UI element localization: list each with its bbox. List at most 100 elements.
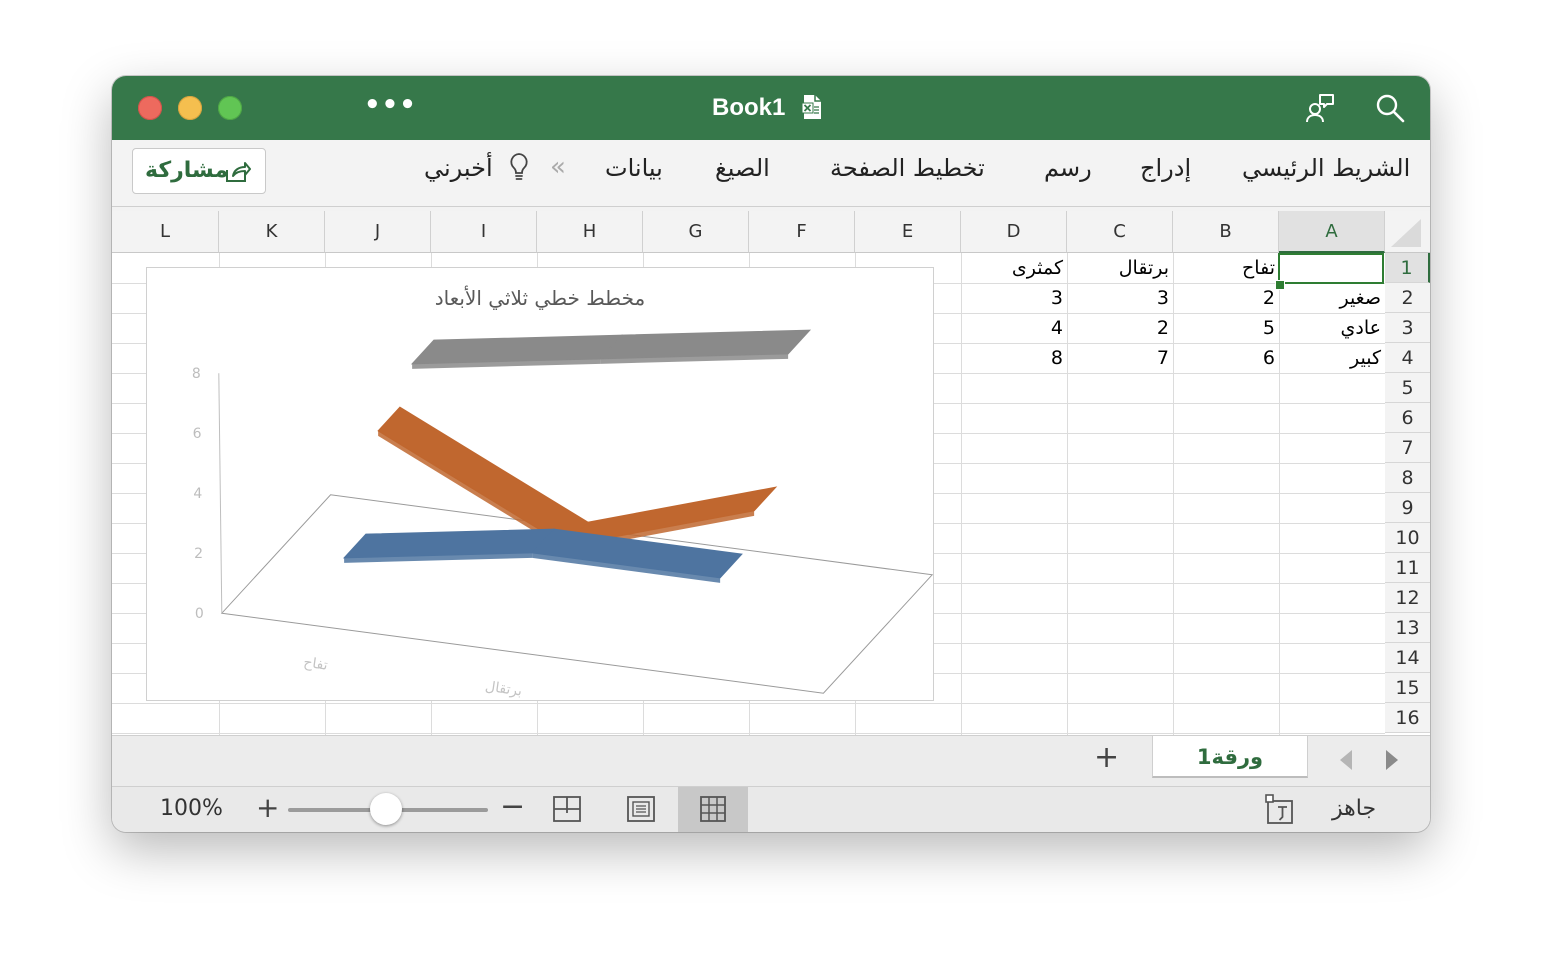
close-window-button[interactable] [138,96,162,120]
chart-x-tick-label: برتقال [484,679,523,700]
normal-view-button[interactable] [678,787,748,832]
cell-b4[interactable]: 6 [1173,343,1275,373]
chart-x-tick-label: تفاح [302,654,328,673]
row-header-6[interactable]: 6 [1385,403,1430,433]
column-header-g[interactable]: G [643,211,749,253]
share-icon [226,162,251,182]
cell-a2[interactable]: صغير [1279,283,1381,313]
add-sheet-button[interactable]: + [1094,740,1119,775]
page-break-view-icon [553,796,581,822]
zoom-slider-handle[interactable] [370,793,402,825]
tab-home[interactable]: الشريط الرئيسي [1242,154,1410,182]
column-header-e[interactable]: E [855,211,961,253]
row-header-3[interactable]: 3 [1385,313,1430,343]
row-header-14[interactable]: 14 [1385,643,1430,673]
fill-handle[interactable] [1275,280,1285,290]
tab-draw[interactable]: رسم [1044,154,1092,182]
tab-page-layout[interactable]: تخطيط الصفحة [830,154,985,182]
cell-d3[interactable]: 4 [961,313,1063,343]
chart-3d-line: مخطط خطي ثلاثي الأبعاد صغيرعاديكبير 0246… [192,286,933,700]
page-layout-view-icon [627,796,655,822]
zoom-window-button[interactable] [218,96,242,120]
worksheet[interactable]: L K J I H G F E D C B A 1 2 3 4 5 6 7 8 … [112,211,1430,735]
row-header-10[interactable]: 10 [1385,523,1430,553]
share-button[interactable]: مشاركة [132,148,266,194]
column-header-i[interactable]: I [431,211,537,253]
row-header-11[interactable]: 11 [1385,553,1430,583]
collaborate-icon[interactable] [1304,92,1336,124]
chart-y-tick-label: 2 [194,546,203,562]
column-header-a[interactable]: A [1279,211,1385,253]
chart-series-ribbon [377,406,778,551]
cell-b2[interactable]: 2 [1173,283,1275,313]
accessibility-check-icon[interactable] [1264,793,1300,827]
zoom-in-button[interactable]: + [256,791,279,824]
column-header-b[interactable]: B [1173,211,1279,253]
cell-d4[interactable]: 8 [961,343,1063,373]
row-header-4[interactable]: 4 [1385,343,1430,373]
cell-c4[interactable]: 7 [1067,343,1169,373]
chart-y-axis: 0 2 4 6 8 [192,366,223,622]
row-header-5[interactable]: 5 [1385,373,1430,403]
row-header-7[interactable]: 7 [1385,433,1430,463]
column-header-j[interactable]: J [325,211,431,253]
row-header-12[interactable]: 12 [1385,583,1430,613]
column-header-d[interactable]: D [961,211,1067,253]
chart-object[interactable]: مخطط خطي ثلاثي الأبعاد صغيرعاديكبير 0246… [146,267,934,701]
scroll-right-arrow-icon[interactable] [1384,748,1400,772]
excel-file-icon [802,95,821,119]
chart-y-axis-line [218,373,223,614]
tab-tell-me[interactable]: أخبرني [424,154,493,182]
row-header-8[interactable]: 8 [1385,463,1430,493]
tab-formulas[interactable]: الصيغ [715,154,770,182]
column-header-f[interactable]: F [749,211,855,253]
chart-series-ribbons [342,329,812,583]
row-header-16[interactable]: 16 [1385,703,1430,733]
column-header-c[interactable]: C [1067,211,1173,253]
more-options-button[interactable]: ••• [364,90,417,120]
status-ready: جاهز [1332,796,1377,821]
cell-d2[interactable]: 3 [961,283,1063,313]
ribbon-tabs: مشاركة أخبرني « بيانات الصيغ تخطيط الصفح… [112,140,1430,207]
cell-b1[interactable]: تفاح [1173,253,1275,283]
column-header-h[interactable]: H [537,211,643,253]
zoom-out-button[interactable]: − [500,789,525,824]
cell-c2[interactable]: 3 [1067,283,1169,313]
selected-cell-a1[interactable] [1278,253,1384,284]
zoom-level[interactable]: 100% [160,796,223,821]
tab-insert[interactable]: إدراج [1140,154,1191,182]
cell-a3[interactable]: عادي [1279,313,1381,343]
search-icon[interactable] [1374,92,1406,124]
cell-c1[interactable]: برتقال [1067,253,1169,283]
sheet-tab-1[interactable]: ورقة1 [1152,736,1308,778]
chart-series-ribbon [342,528,743,583]
select-all-corner[interactable] [1385,211,1430,253]
row-header-9[interactable]: 9 [1385,493,1430,523]
cell-a4[interactable]: كبير [1279,343,1381,373]
sheet-tab-bar: + ورقة1 [112,735,1430,787]
cell-c3[interactable]: 2 [1067,313,1169,343]
chart-series-ribbon [410,329,812,369]
chart-y-tick-label: 4 [193,486,202,502]
column-header-l[interactable]: L [112,211,219,253]
row-header-2[interactable]: 2 [1385,283,1430,313]
title-bar: ••• Book1 [112,76,1430,140]
page-break-view-button[interactable] [532,787,602,832]
minimize-window-button[interactable] [178,96,202,120]
normal-view-grid-icon [700,796,726,822]
lightbulb-icon[interactable] [508,152,530,184]
scroll-left-arrow-icon[interactable] [1338,748,1354,772]
chevrons-left-icon[interactable]: « [550,152,566,182]
column-header-k[interactable]: K [219,211,325,253]
row-header-1[interactable]: 1 [1385,253,1430,283]
status-bar: 100% + − جاهز [112,787,1430,832]
window-title: Book1 [712,94,786,121]
share-label: مشاركة [145,158,229,183]
page-layout-view-button[interactable] [606,787,676,832]
row-header-15[interactable]: 15 [1385,673,1430,703]
cell-b3[interactable]: 5 [1173,313,1275,343]
row-header-13[interactable]: 13 [1385,613,1430,643]
tab-data[interactable]: بيانات [605,154,663,182]
cell-d1[interactable]: كمثرى [961,253,1063,283]
chart-title: مخطط خطي ثلاثي الأبعاد [435,286,645,311]
